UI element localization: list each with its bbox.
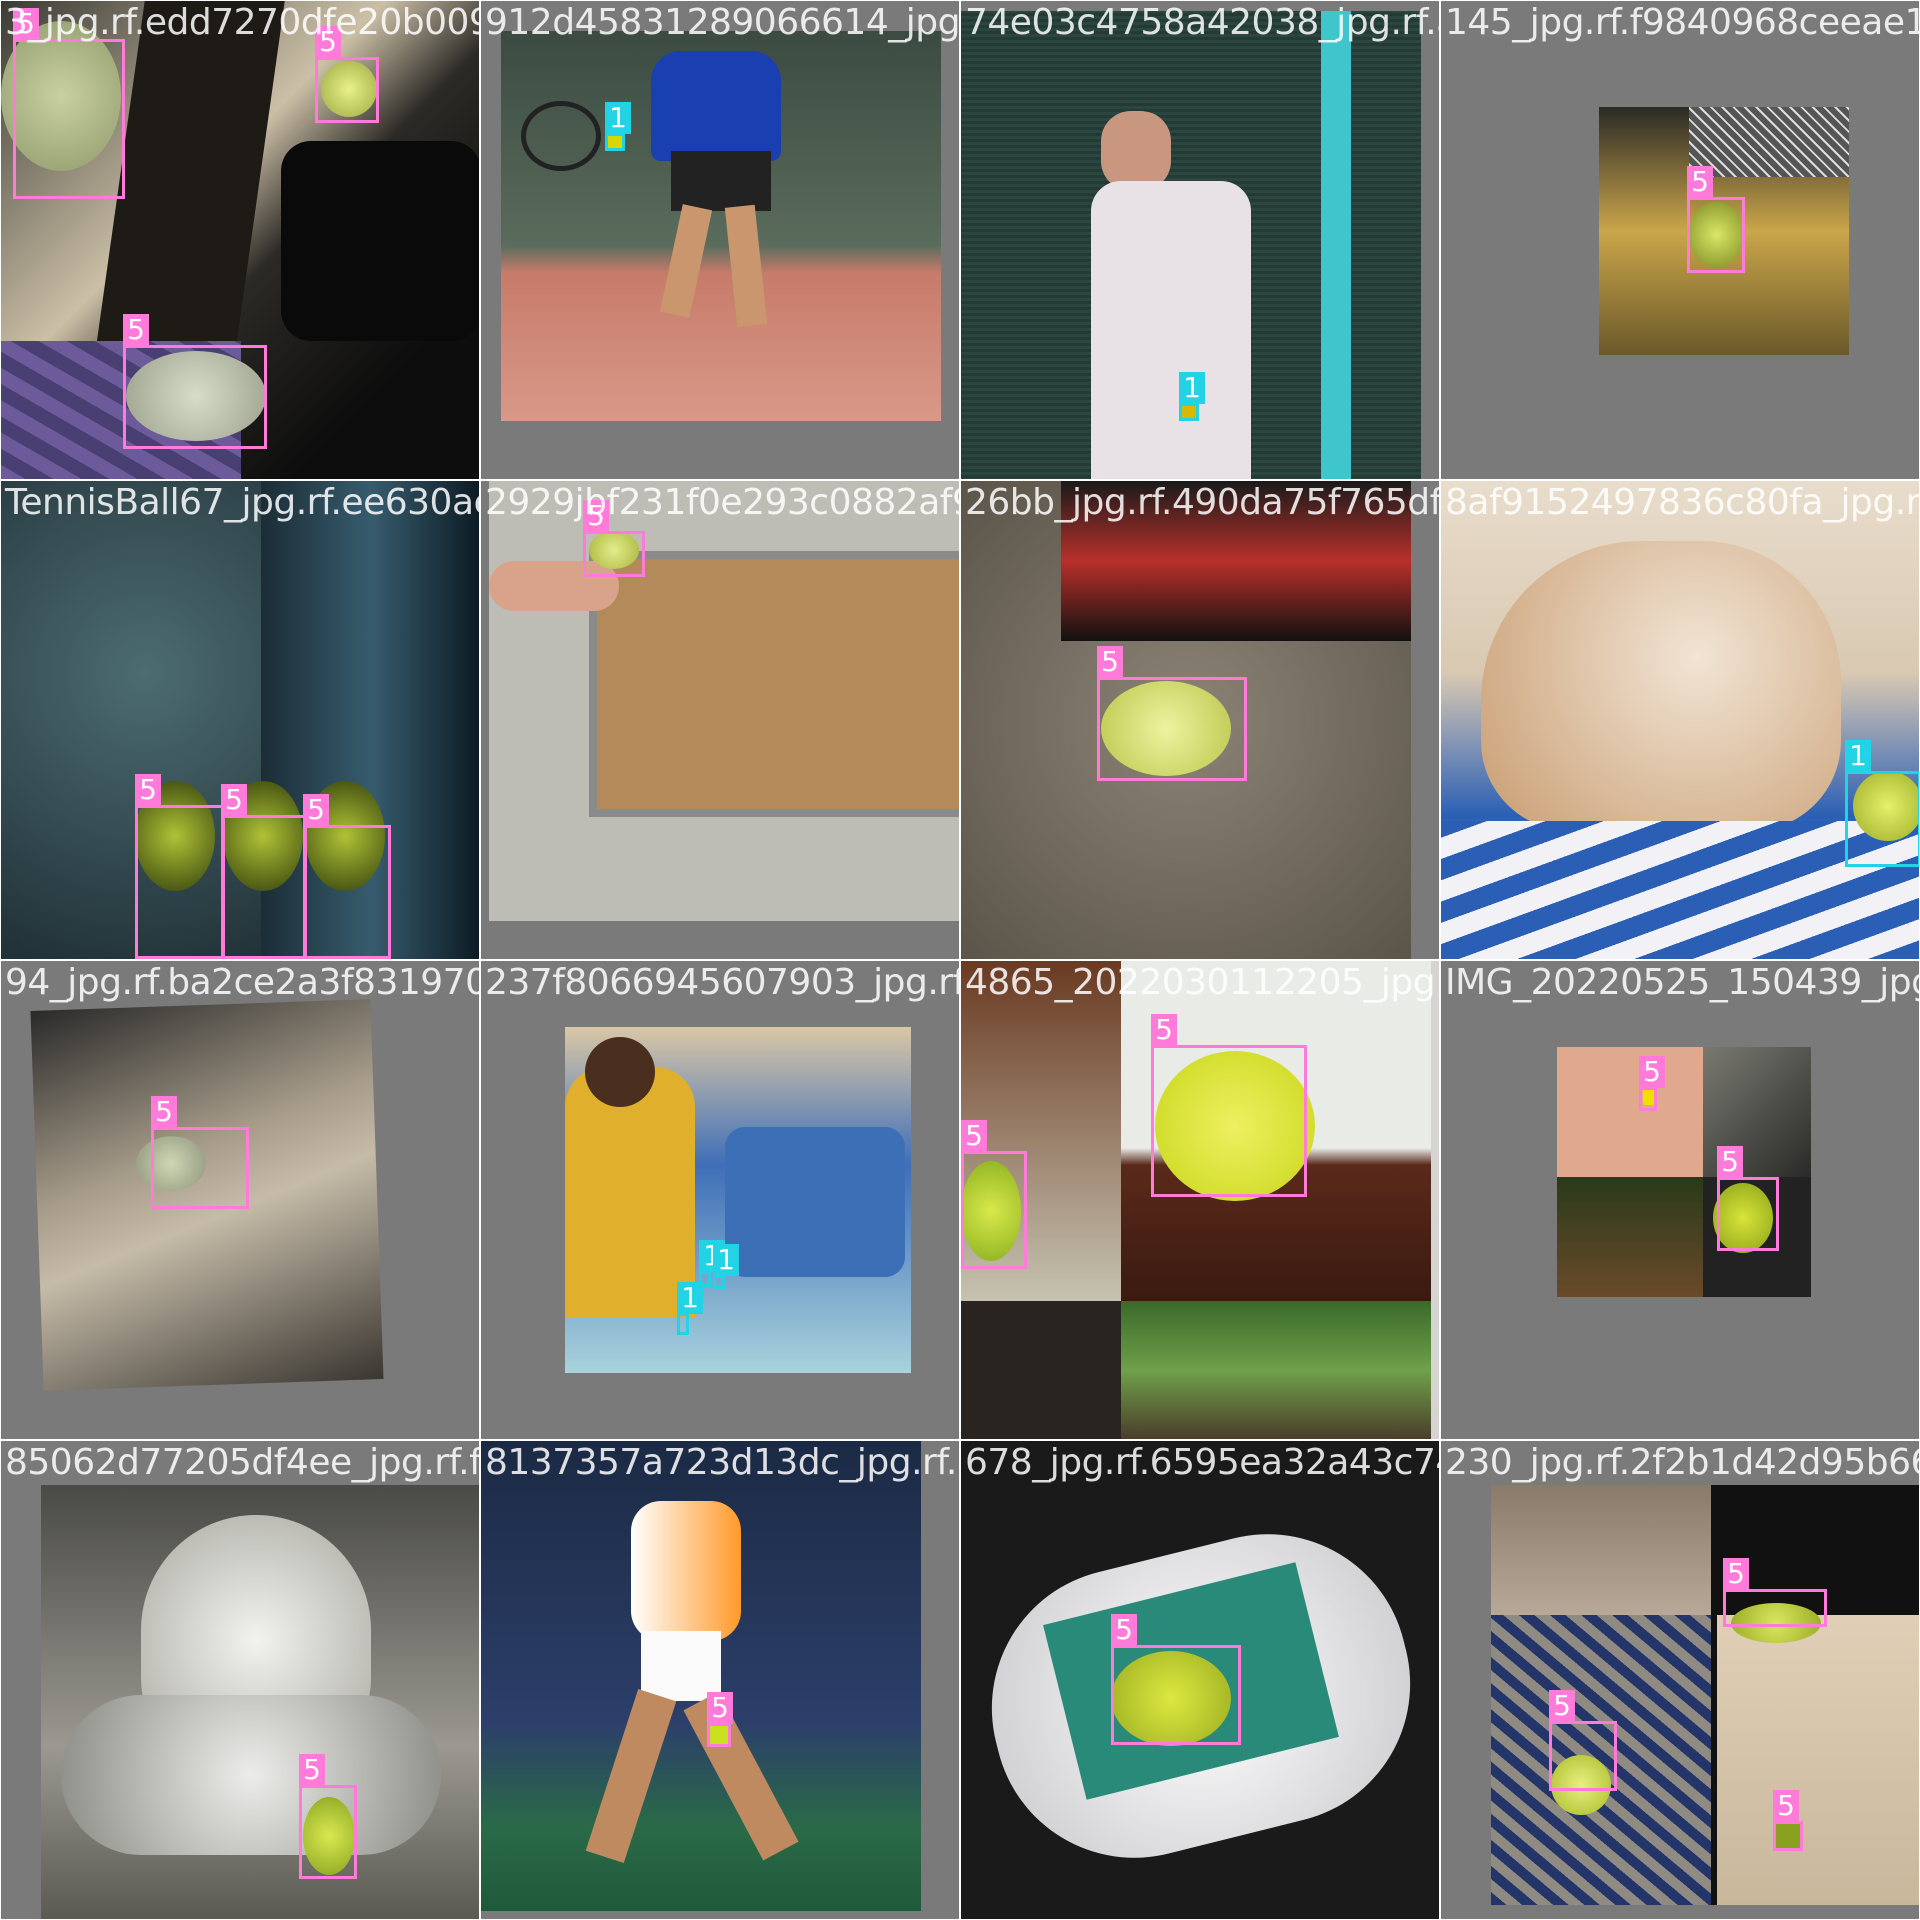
bbox-class-5: 5 (961, 1120, 1027, 1269)
bbox-label: 5 (1717, 1146, 1743, 1178)
bbox-class-5: 5 (1097, 646, 1247, 781)
bbox-label: 5 (1687, 166, 1713, 198)
filename-label: 237f8066945607903_jpg.rf.aa (485, 962, 959, 1003)
bbox-label: 1 (677, 1282, 703, 1314)
filename-label: 145_jpg.rf.f9840968ceeae18 (1445, 2, 1920, 43)
bbox-label: 5 (315, 26, 341, 58)
photo-dog-with-ball (1441, 481, 1919, 959)
photo-tennis-player (501, 31, 941, 421)
bbox-class-1: 1 (677, 1282, 703, 1335)
bbox-class-5: 5 (135, 774, 225, 959)
bbox-label: 5 (123, 314, 149, 346)
photo-classroom-children (565, 1027, 911, 1373)
mosaic-tile: 145_jpg.rf.f9840968ceeae18 5 (1440, 0, 1920, 480)
mosaic-tile: 678_jpg.rf.6595ea32a43c74a2 5 (960, 1440, 1440, 1920)
photo-tennis-forehand (481, 1441, 921, 1911)
mosaic-tile: 2929jbf231f0e293c0882af9 5 (480, 480, 960, 960)
image-mosaic: 3_jpg.rf.edd7270dfe20b0099bd458312890666… (0, 0, 1920, 1920)
filename-label: 85062d77205df4ee_jpg.rf.fb8c3c9f8703dd13… (5, 1442, 480, 1483)
bbox-label: 5 (1111, 1614, 1137, 1646)
mosaic-tile: 74e03c4758a42038_jpg.rf.af3145ac 1 (960, 0, 1440, 480)
bbox-class-5: 5 (13, 8, 125, 199)
mosaic-tile: 237f8066945607903_jpg.rf.aa 1 1 1 (480, 960, 960, 1440)
bbox-label: 5 (961, 1120, 987, 1152)
bbox-label: 5 (1639, 1056, 1665, 1088)
bbox-label: 5 (13, 8, 39, 40)
bbox-label: 5 (1723, 1558, 1749, 1590)
bbox-label: 1 (605, 102, 631, 134)
filename-label: 94_jpg.rf.ba2ce2a3f831970d237f8066945607… (5, 962, 480, 1003)
mosaic-tile: 3_jpg.rf.edd7270dfe20b0099bd458312890666… (0, 0, 480, 480)
bbox-label: 1 (713, 1244, 739, 1276)
bbox-class-5: 5 (1111, 1614, 1241, 1745)
bbox-class-1: 1 (1179, 372, 1205, 421)
bbox-label: 1 (1845, 740, 1871, 772)
bbox-class-5: 5 (299, 1754, 357, 1879)
bbox-class-5: 5 (1773, 1790, 1803, 1851)
bbox-label: 5 (1549, 1690, 1575, 1722)
bbox-label: 5 (135, 774, 161, 806)
mosaic-tile: 912d45831289066614_jpg.rf.3a74e03c4758a4… (480, 0, 960, 480)
bbox-class-1: 1 (1845, 740, 1919, 867)
bbox-label: 5 (1151, 1014, 1177, 1046)
bbox-class-5: 5 (707, 1692, 733, 1747)
bbox-label: 5 (299, 1754, 325, 1786)
filename-label: IMG_20220525_150439_jpg (1445, 962, 1920, 1003)
bbox-class-5: 5 (1687, 166, 1745, 273)
bbox-class-1: 1 (605, 102, 631, 151)
bbox-class-5: 5 (151, 1096, 249, 1209)
photo-ball-in-hand-corkboard (489, 481, 959, 921)
mosaic-tile: 4865_2022030112205_jpg 5 5 (960, 960, 1440, 1440)
bbox-class-5: 5 (1717, 1146, 1779, 1251)
mosaic-tile: 8137357a723d13dc_jpg.rf.03 5 (480, 1440, 960, 1920)
mosaic-tile: TennisBall67_jpg.rf.ee630ae2929jbf231f0e… (0, 480, 480, 960)
bbox-class-5: 5 (1723, 1558, 1827, 1627)
bbox-class-5: 5 (583, 500, 645, 577)
bbox-label: 5 (151, 1096, 177, 1128)
mosaic-tile: 94_jpg.rf.ba2ce2a3f831970d237f8066945607… (0, 960, 480, 1440)
photo-poodle-with-ball (41, 1485, 479, 1919)
bbox-class-5: 5 (123, 314, 267, 449)
bbox-class-5: 5 (221, 784, 307, 959)
bbox-label: 1 (1179, 372, 1205, 404)
bbox-class-5: 5 (1639, 1056, 1665, 1111)
bbox-label: 5 (221, 784, 247, 816)
bbox-label: 5 (1773, 1790, 1799, 1822)
mosaic-tile: 8af9152497836c80fa_jpg.rf.08 1 (1440, 480, 1920, 960)
bbox-class-5: 5 (1549, 1690, 1617, 1791)
mosaic-tile: 230_jpg.rf.2f2b1d42d95b66009 5 5 5 (1440, 1440, 1920, 1920)
mosaic-tile: IMG_20220525_150439_jpg 5 5 (1440, 960, 1920, 1440)
photo-ball-collage (961, 961, 1439, 1439)
mosaic-tile: 85062d77205df4ee_jpg.rf.fb8c3c9f8703dd13… (0, 1440, 480, 1920)
bbox-class-5: 5 (1151, 1014, 1307, 1197)
filename-label: 230_jpg.rf.2f2b1d42d95b66009 (1445, 1442, 1919, 1483)
bbox-label: 5 (303, 794, 329, 826)
bbox-class-1: 1 (713, 1244, 739, 1289)
mosaic-tile: 26bb_jpg.rf.490da75f765df63f8ecf 5 (960, 480, 1440, 960)
bbox-label: 5 (583, 500, 609, 532)
bbox-label: 5 (1097, 646, 1123, 678)
photo-ball-collage-2 (1557, 1047, 1811, 1297)
bbox-label: 5 (707, 1692, 733, 1724)
bbox-class-5: 5 (315, 26, 379, 123)
bbox-class-5: 5 (303, 794, 391, 959)
